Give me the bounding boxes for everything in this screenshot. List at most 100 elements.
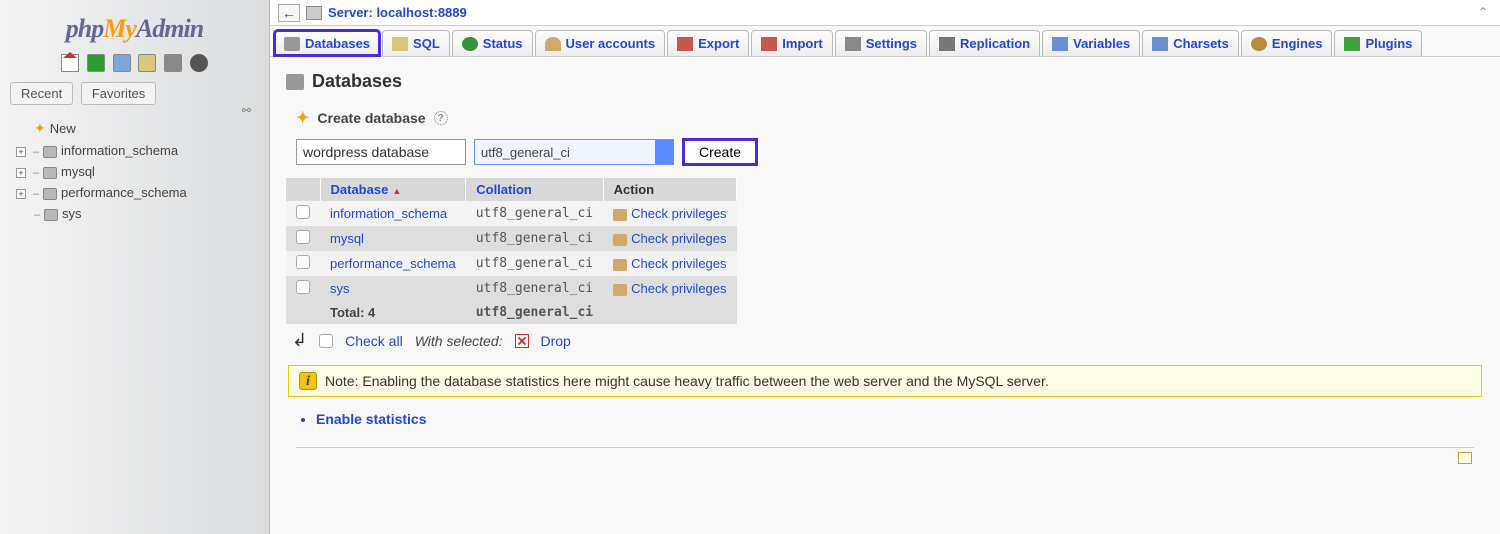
- server-icon: [306, 6, 322, 20]
- db-name-link[interactable]: information_schema: [330, 206, 447, 221]
- nav-db-item[interactable]: +–mysql: [14, 161, 259, 182]
- check-privileges-link[interactable]: Check privileges: [631, 256, 726, 271]
- tab-plugins[interactable]: Plugins: [1334, 30, 1422, 56]
- privileges-icon: [613, 234, 627, 246]
- col-collation[interactable]: Collation: [476, 182, 532, 197]
- link-icon[interactable]: ⚯: [242, 104, 251, 117]
- tab-label: Engines: [1272, 36, 1323, 51]
- settings-icon[interactable]: [164, 54, 182, 72]
- table-row: information_schemautf8_general_ciCheck p…: [286, 201, 737, 226]
- check-privileges-link[interactable]: Check privileges: [631, 231, 726, 246]
- note-box: i Note: Enabling the database statistics…: [288, 365, 1482, 397]
- privileges-icon: [613, 284, 627, 296]
- collation-select[interactable]: utf8_general_ci: [474, 139, 674, 165]
- plugins-icon: [1344, 37, 1360, 51]
- export-icon: [677, 37, 693, 51]
- drop-link[interactable]: Drop: [541, 333, 571, 349]
- tab-label: Import: [782, 36, 822, 51]
- tab-label: Variables: [1073, 36, 1130, 51]
- select-arrow-icon: ↳: [292, 330, 307, 351]
- breadcrumb: ← Server: localhost:8889 ⌃: [270, 0, 1500, 26]
- row-checkbox[interactable]: [296, 205, 310, 219]
- info-icon: i: [299, 372, 317, 390]
- logo[interactable]: phpMyAdmin: [10, 6, 259, 50]
- page-title: Databases: [286, 67, 1484, 106]
- sidebar: phpMyAdmin Recent Favorites ⚯ ✦New +–inf…: [0, 0, 270, 534]
- tab-replication[interactable]: Replication: [929, 30, 1040, 56]
- console-toggle-icon[interactable]: [1458, 452, 1472, 464]
- main-panel: ← Server: localhost:8889 ⌃ Databases SQL S…: [270, 0, 1500, 534]
- row-checkbox[interactable]: [296, 230, 310, 244]
- privileges-icon: [613, 209, 627, 221]
- sort-asc-icon: ▲: [392, 186, 401, 196]
- check-privileges-link[interactable]: Check privileges: [631, 281, 726, 296]
- replication-icon: [939, 37, 955, 51]
- nav-new[interactable]: ✦New: [14, 117, 259, 140]
- row-checkbox[interactable]: [296, 280, 310, 294]
- enable-statistics-link[interactable]: Enable statistics: [316, 409, 1484, 429]
- collapse-icon[interactable]: ⌃: [1478, 5, 1488, 19]
- check-all-checkbox[interactable]: [319, 334, 333, 348]
- favorites-tab[interactable]: Favorites: [81, 82, 156, 105]
- tab-export[interactable]: Export: [667, 30, 749, 56]
- row-collation: utf8_general_ci: [466, 276, 603, 301]
- tab-label: SQL: [413, 36, 440, 51]
- tab-import[interactable]: Import: [751, 30, 832, 56]
- tab-status[interactable]: Status: [452, 30, 533, 56]
- tab-charsets[interactable]: Charsets: [1142, 30, 1239, 56]
- back-button[interactable]: ←: [278, 4, 300, 22]
- tab-databases[interactable]: Databases: [274, 30, 380, 56]
- help-icon[interactable]: ?: [434, 111, 448, 125]
- tab-variables[interactable]: Variables: [1042, 30, 1140, 56]
- drop-icon[interactable]: [515, 334, 529, 348]
- col-database[interactable]: Database: [331, 182, 389, 197]
- sql-icon: [392, 37, 408, 51]
- settings-icon: [845, 37, 861, 51]
- row-collation: utf8_general_ci: [466, 226, 603, 251]
- db-name-link[interactable]: performance_schema: [330, 256, 456, 271]
- db-name-input[interactable]: [296, 139, 466, 165]
- with-selected-label: With selected:: [415, 333, 503, 349]
- databases-table: Database▲ Collation Action information_s…: [286, 178, 737, 324]
- exit-icon[interactable]: [87, 54, 105, 72]
- db-name-link[interactable]: sys: [330, 281, 350, 296]
- col-action: Action: [603, 178, 736, 201]
- nav-db-item[interactable]: +–information_schema: [14, 140, 259, 161]
- privileges-icon: [613, 259, 627, 271]
- status-icon: [462, 37, 478, 51]
- tab-engines[interactable]: Engines: [1241, 30, 1333, 56]
- tab-label: Plugins: [1365, 36, 1412, 51]
- check-all-link[interactable]: Check all: [345, 333, 403, 349]
- row-checkbox[interactable]: [296, 255, 310, 269]
- reload-icon[interactable]: [190, 54, 208, 72]
- total-label: Total: 4: [320, 301, 466, 324]
- docs-icon[interactable]: [113, 54, 131, 72]
- tab-label: Databases: [305, 36, 370, 51]
- row-collation: utf8_general_ci: [466, 251, 603, 276]
- home-icon[interactable]: [61, 54, 79, 72]
- sidebar-toolbar: [10, 50, 259, 80]
- footer-divider: [296, 447, 1474, 448]
- create-button[interactable]: Create: [682, 138, 758, 166]
- tab-sql[interactable]: SQL: [382, 30, 450, 56]
- table-row: mysql utf8_general_ci Check privileges: [286, 226, 737, 251]
- check-privileges-link[interactable]: Check privileges: [631, 206, 726, 221]
- nav-db-item[interactable]: –sys: [14, 203, 259, 224]
- tab-label: Replication: [960, 36, 1030, 51]
- nav-tree: ✦New +–information_schema +–mysql +–perf…: [10, 111, 259, 224]
- table-row: sys utf8_general_ci Check privileges: [286, 276, 737, 301]
- import-icon: [761, 37, 777, 51]
- tab-label: Export: [698, 36, 739, 51]
- tab-label: Settings: [866, 36, 917, 51]
- charsets-icon: [1152, 37, 1168, 51]
- server-link[interactable]: Server: localhost:8889: [328, 5, 467, 20]
- user-accounts-icon: [545, 37, 561, 51]
- tab-user-accounts[interactable]: User accounts: [535, 30, 666, 56]
- tab-label: User accounts: [566, 36, 656, 51]
- create-db-heading: ✦ Create database ?: [286, 106, 1484, 138]
- recent-tab[interactable]: Recent: [10, 82, 73, 105]
- sql-query-icon[interactable]: [138, 54, 156, 72]
- nav-db-item[interactable]: +–performance_schema: [14, 182, 259, 203]
- db-name-link[interactable]: mysql: [330, 231, 364, 246]
- tab-settings[interactable]: Settings: [835, 30, 927, 56]
